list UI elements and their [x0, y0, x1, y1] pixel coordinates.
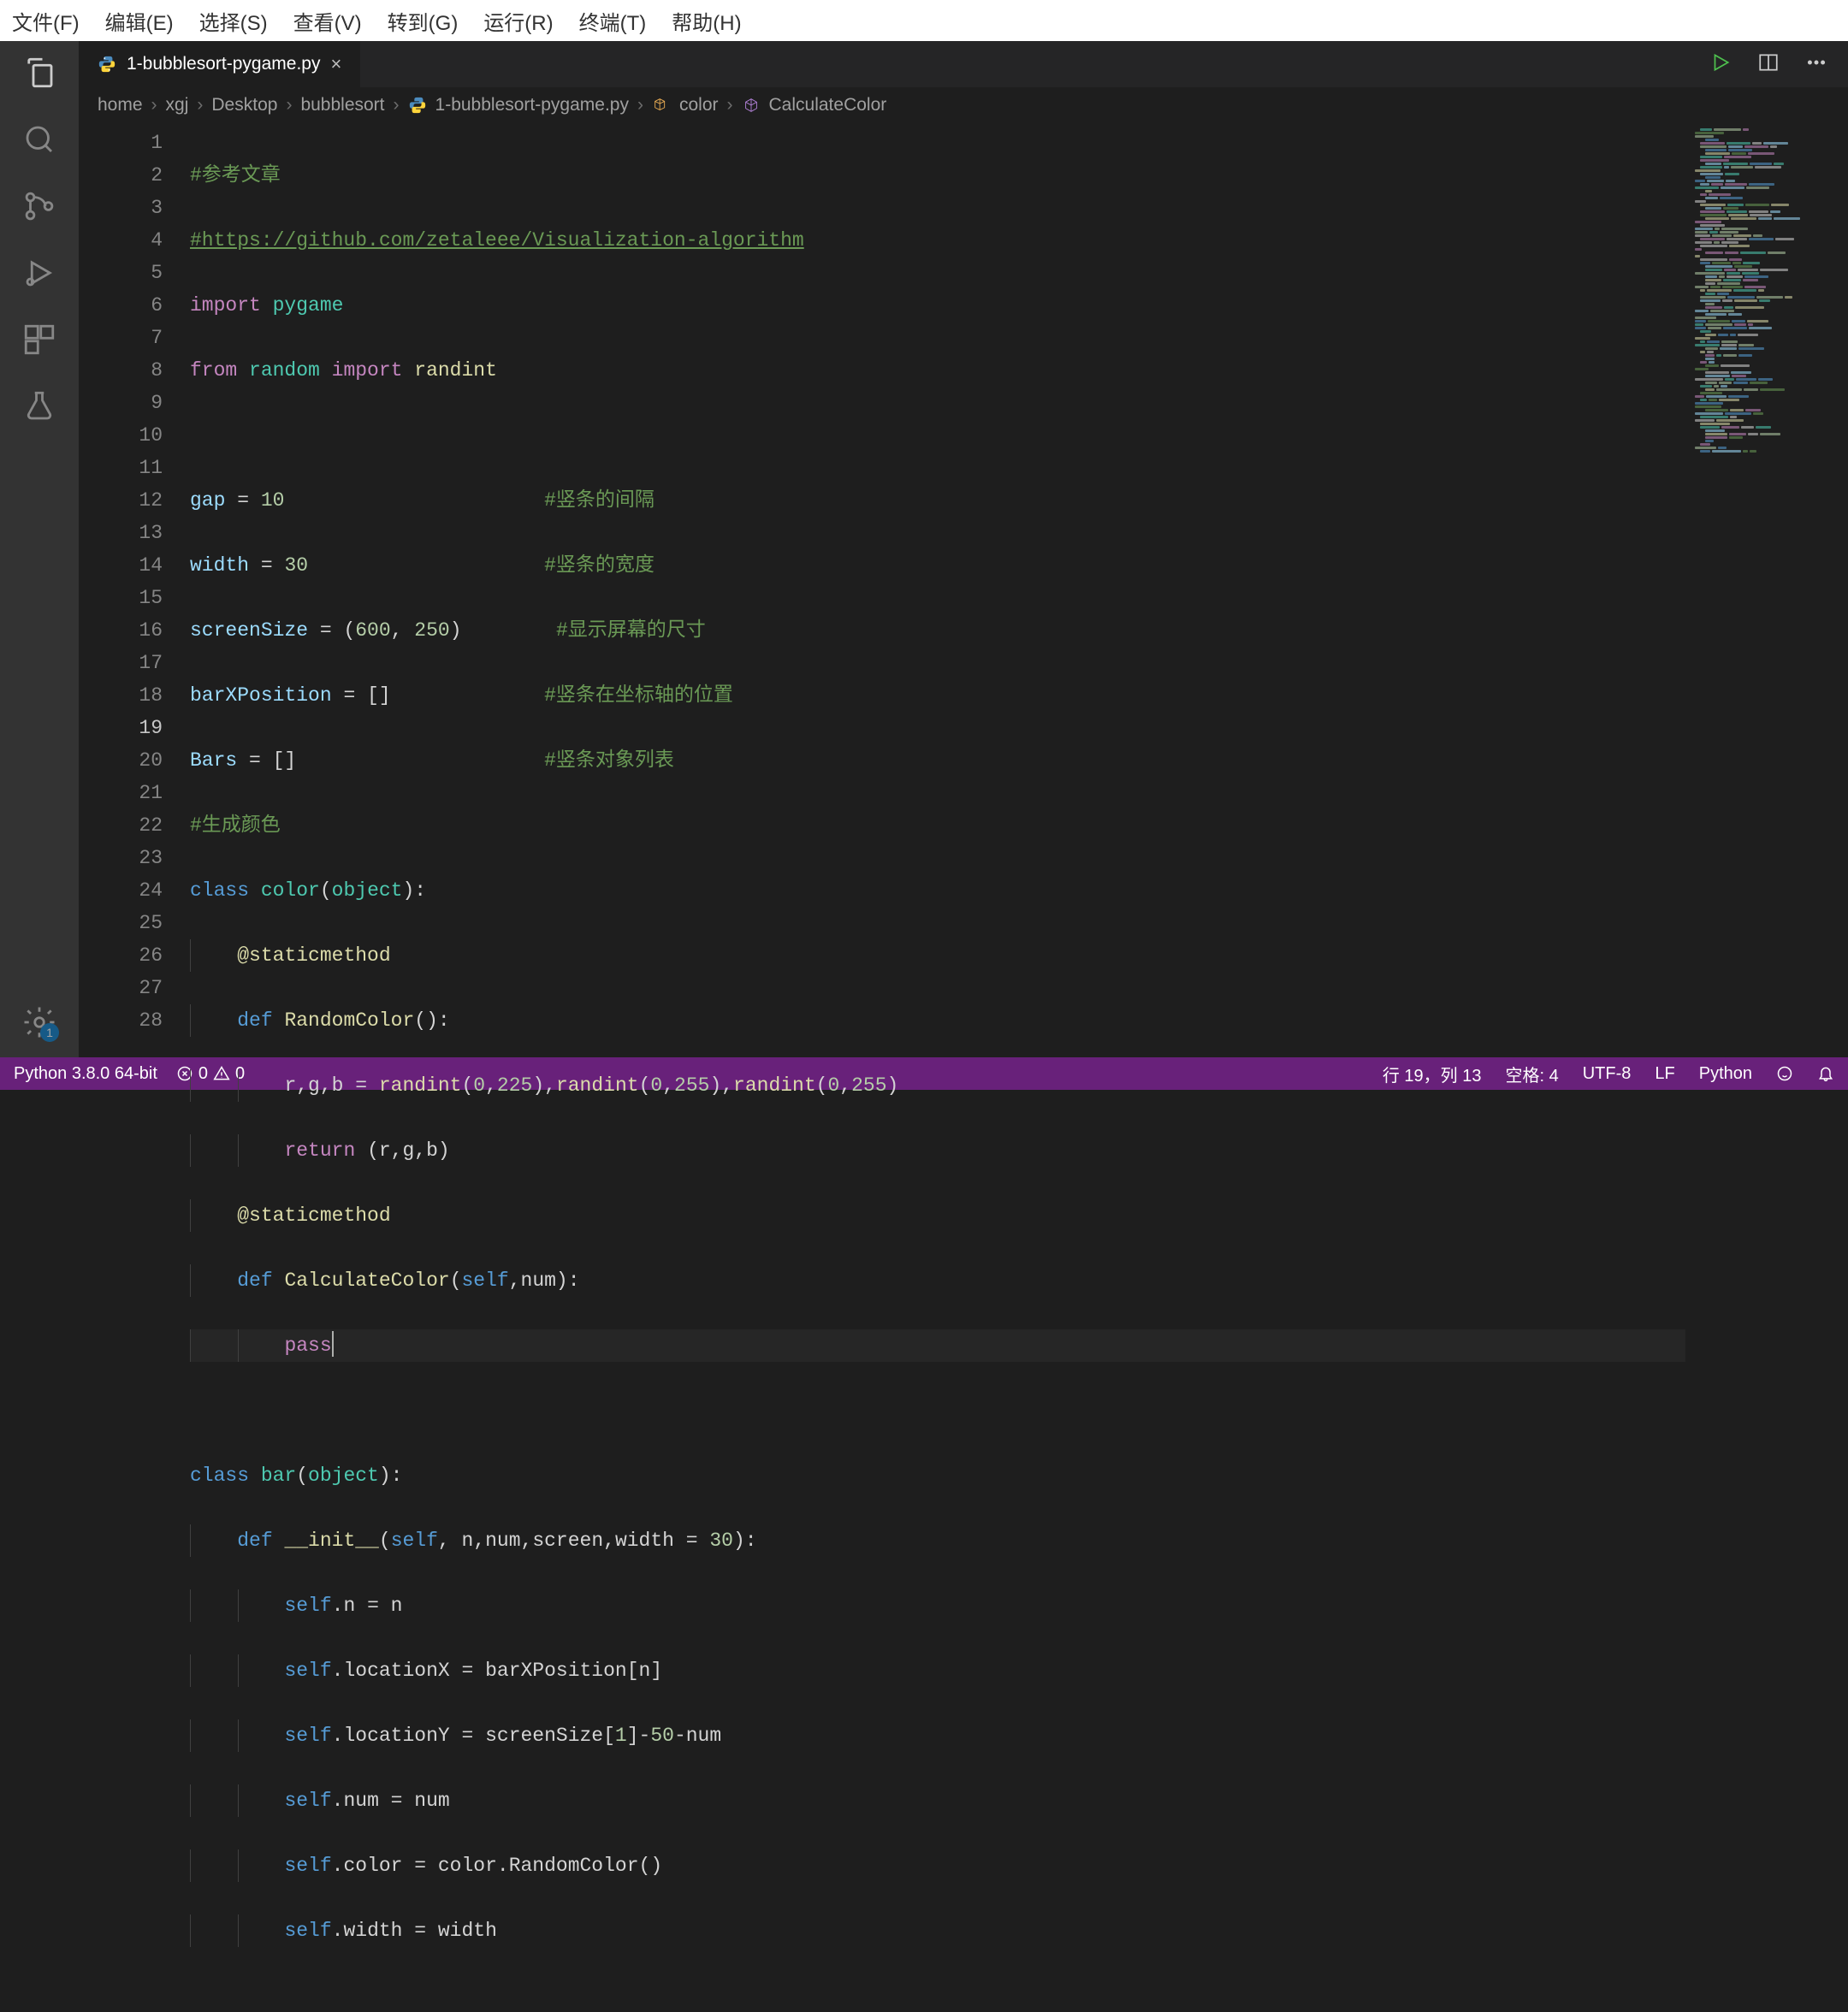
- menu-edit[interactable]: 编辑(E): [100, 3, 179, 39]
- menu-file[interactable]: 文件(F): [7, 3, 85, 39]
- breadcrumb-segment[interactable]: CalculateColor: [769, 95, 887, 115]
- menu-goto[interactable]: 转到(G): [382, 3, 464, 39]
- text-cursor: [332, 1331, 334, 1357]
- source-control-icon[interactable]: [21, 188, 57, 224]
- breadcrumb[interactable]: home› xgj› Desktop› bubblesort› 1-bubble…: [79, 87, 1848, 123]
- status-feedback-icon[interactable]: [1776, 1065, 1793, 1082]
- symbol-method-icon: [742, 95, 761, 115]
- breadcrumb-segment[interactable]: 1-bubblesort-pygame.py: [435, 95, 629, 115]
- extensions-icon[interactable]: [21, 322, 57, 358]
- editor[interactable]: 12345 678910 1112131415 1617181920 21222…: [79, 123, 1848, 1057]
- search-icon[interactable]: [21, 121, 57, 157]
- breadcrumb-segment[interactable]: bubblesort: [300, 95, 384, 115]
- settings-gear-icon[interactable]: 1: [21, 1004, 57, 1040]
- run-icon[interactable]: [1709, 51, 1732, 78]
- code-content[interactable]: #参考文章 #https://github.com/zetaleee/Visua…: [190, 123, 1685, 1057]
- status-language[interactable]: Python: [1699, 1064, 1752, 1084]
- menu-run[interactable]: 运行(R): [478, 3, 558, 39]
- tab-file[interactable]: 1-bubblesort-pygame.py ×: [79, 41, 361, 87]
- menu-terminal[interactable]: 终端(T): [574, 3, 652, 39]
- breadcrumb-segment[interactable]: Desktop: [211, 95, 277, 115]
- tab-close-icon[interactable]: ×: [330, 53, 341, 75]
- more-actions-icon[interactable]: [1805, 51, 1827, 78]
- tabbar: 1-bubblesort-pygame.py ×: [79, 41, 1848, 87]
- python-file-icon: [98, 55, 116, 74]
- run-debug-icon[interactable]: [21, 255, 57, 291]
- breadcrumb-segment[interactable]: home: [98, 95, 143, 115]
- breadcrumb-segment[interactable]: color: [679, 95, 719, 115]
- python-file-icon: [408, 95, 427, 115]
- status-python-version[interactable]: Python 3.8.0 64-bit: [14, 1064, 157, 1084]
- explorer-icon[interactable]: [21, 55, 57, 91]
- menu-help[interactable]: 帮助(H): [666, 3, 746, 39]
- settings-badge: 1: [40, 1023, 59, 1042]
- tab-filename: 1-bubblesort-pygame.py: [127, 54, 320, 74]
- activitybar: 1: [0, 41, 79, 1057]
- testing-icon[interactable]: [21, 388, 57, 424]
- breadcrumb-segment[interactable]: xgj: [166, 95, 189, 115]
- menubar: 文件(F) 编辑(E) 选择(S) 查看(V) 转到(G) 运行(R) 终端(T…: [0, 0, 1848, 41]
- minimap[interactable]: [1685, 123, 1848, 1057]
- line-number-gutter: 12345 678910 1112131415 1617181920 21222…: [79, 123, 190, 1057]
- status-bell-icon[interactable]: [1817, 1065, 1834, 1082]
- menu-select[interactable]: 选择(S): [194, 3, 273, 39]
- split-editor-icon[interactable]: [1757, 51, 1780, 78]
- menu-view[interactable]: 查看(V): [288, 3, 367, 39]
- symbol-class-icon: [652, 95, 671, 115]
